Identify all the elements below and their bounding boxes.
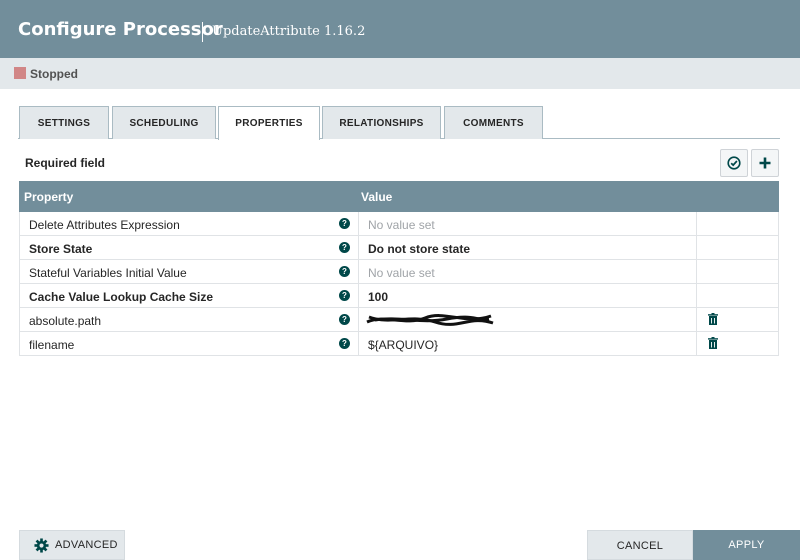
- trash-icon[interactable]: [707, 337, 719, 350]
- property-value[interactable]: ${ARQUIVO}: [368, 338, 438, 352]
- table-row[interactable]: Store State ? Do not store state: [19, 236, 779, 260]
- tab-settings[interactable]: SETTINGS: [19, 106, 109, 139]
- redaction-scribble: [366, 314, 494, 326]
- property-value[interactable]: No value set: [368, 218, 435, 232]
- property-value[interactable]: Do not store state: [368, 242, 470, 256]
- advanced-label: ADVANCED: [55, 539, 118, 551]
- verify-properties-button[interactable]: [720, 149, 748, 177]
- table-row[interactable]: Stateful Variables Initial Value ? No va…: [19, 260, 779, 284]
- check-circle-icon: [727, 156, 741, 170]
- table-row[interactable]: Cache Value Lookup Cache Size ? 100: [19, 284, 779, 308]
- status-label: Stopped: [30, 67, 78, 81]
- property-name: Cache Value Lookup Cache Size: [29, 290, 214, 304]
- column-header-value: Value: [361, 190, 393, 204]
- tab-scheduling[interactable]: SCHEDULING: [112, 106, 216, 139]
- help-icon[interactable]: ?: [339, 290, 350, 301]
- property-value[interactable]: No value set: [368, 266, 435, 280]
- property-name: filename: [29, 338, 75, 352]
- plus-icon: [759, 157, 771, 169]
- help-icon[interactable]: ?: [339, 266, 350, 277]
- tab-relationships[interactable]: RELATIONSHIPS: [322, 106, 441, 139]
- trash-icon[interactable]: [707, 313, 719, 326]
- column-header-property: Property: [24, 190, 74, 204]
- title-separator: [202, 22, 203, 42]
- help-icon[interactable]: ?: [339, 218, 350, 229]
- gear-icon: [34, 537, 49, 553]
- cancel-button[interactable]: CANCEL: [587, 530, 693, 560]
- required-field-label: Required field: [25, 156, 106, 170]
- dialog-title: Configure Processor: [18, 19, 223, 40]
- property-name: Delete Attributes Expression: [29, 218, 180, 232]
- table-row[interactable]: absolute.path ?: [19, 308, 779, 332]
- help-icon[interactable]: ?: [339, 338, 350, 349]
- dialog-header: Configure Processor UpdateAttribute 1.16…: [0, 0, 800, 58]
- property-name: absolute.path: [29, 314, 102, 328]
- processor-type: UpdateAttribute 1.16.2: [212, 24, 366, 39]
- help-icon[interactable]: ?: [339, 242, 350, 253]
- stopped-icon: [14, 67, 26, 79]
- tab-comments[interactable]: COMMENTS: [444, 106, 543, 139]
- status-bar: [0, 58, 800, 89]
- advanced-button[interactable]: ADVANCED: [19, 530, 125, 560]
- properties-table: Property Value Delete Attributes Express…: [19, 181, 779, 356]
- property-name: Stateful Variables Initial Value: [29, 266, 187, 280]
- tab-properties[interactable]: PROPERTIES: [218, 106, 320, 140]
- table-row[interactable]: filename ? ${ARQUIVO}: [19, 332, 779, 356]
- apply-button[interactable]: APPLY: [693, 530, 800, 560]
- property-value[interactable]: 100: [368, 290, 388, 304]
- table-row[interactable]: Delete Attributes Expression ? No value …: [19, 212, 779, 236]
- help-icon[interactable]: ?: [339, 314, 350, 325]
- add-property-button[interactable]: [751, 149, 779, 177]
- table-header: Property Value: [19, 181, 779, 212]
- property-name: Store State: [29, 242, 93, 256]
